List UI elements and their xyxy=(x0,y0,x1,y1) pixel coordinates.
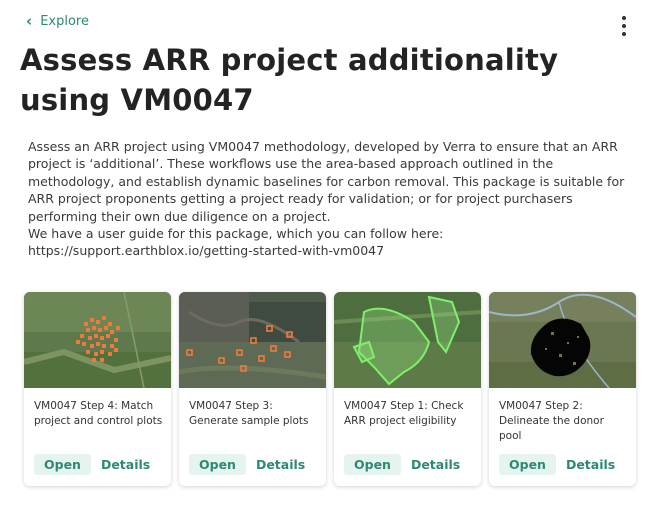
back-link-label: Explore xyxy=(40,14,89,29)
workflow-card-step-4[interactable]: VM0047 Step 4: Match project and control… xyxy=(24,292,171,486)
workflow-card-step-3[interactable]: VM0047 Step 3: Generate sample plots Ope… xyxy=(179,292,326,486)
card-actions: Open Details xyxy=(499,454,615,475)
description-line: methodology, and establish dynamic basel… xyxy=(28,173,625,189)
details-button[interactable]: Details xyxy=(566,457,615,472)
satellite-thumbnail-sample-plots xyxy=(179,292,326,388)
description-line: ARR project proponents getting a project… xyxy=(28,191,573,207)
satellite-thumbnail-donor-pool xyxy=(489,292,636,388)
satellite-thumbnail-control-plots xyxy=(24,292,171,388)
satellite-thumbnail-project-boundary xyxy=(334,292,481,388)
description-line: project is ‘additional’. These workflows… xyxy=(28,156,554,172)
back-to-explore-link[interactable]: ‹ Explore xyxy=(26,12,89,30)
card-title: VM0047 Step 3: Generate sample plots xyxy=(189,400,309,427)
workflow-card-step-1[interactable]: VM0047 Step 1: Check ARR project eligibi… xyxy=(334,292,481,486)
details-button[interactable]: Details xyxy=(411,457,460,472)
description-line: performing their own due diligence on a … xyxy=(28,208,331,224)
open-button[interactable]: Open xyxy=(189,454,246,475)
open-button[interactable]: Open xyxy=(344,454,401,475)
chevron-left-icon: ‹ xyxy=(26,12,33,30)
workflow-card-step-2[interactable]: VM0047 Step 2: Delineate the donor pool … xyxy=(489,292,636,486)
open-button[interactable]: Open xyxy=(499,454,556,475)
kebab-menu-icon[interactable] xyxy=(618,16,630,36)
page-description: Assess an ARR project using VM0047 metho… xyxy=(28,138,648,260)
page-title: Assess ARR project additionality using V… xyxy=(20,43,559,117)
card-title: VM0047 Step 1: Check ARR project eligibi… xyxy=(344,400,464,427)
details-button[interactable]: Details xyxy=(101,457,150,472)
details-button[interactable]: Details xyxy=(256,457,305,472)
card-title: VM0047 Step 2: Delineate the donor pool xyxy=(499,400,604,442)
open-button[interactable]: Open xyxy=(34,454,91,475)
description-line: We have a user guide for this package, w… xyxy=(28,226,444,242)
user-guide-link[interactable]: https://support.earthblox.io/getting-sta… xyxy=(28,242,648,259)
card-actions: Open Details xyxy=(34,454,150,475)
card-title: VM0047 Step 4: Match project and control… xyxy=(34,400,163,427)
card-actions: Open Details xyxy=(189,454,305,475)
description-line: Assess an ARR project using VM0047 metho… xyxy=(28,139,618,154)
card-actions: Open Details xyxy=(344,454,460,475)
workflow-cards: VM0047 Step 4: Match project and control… xyxy=(24,292,636,486)
